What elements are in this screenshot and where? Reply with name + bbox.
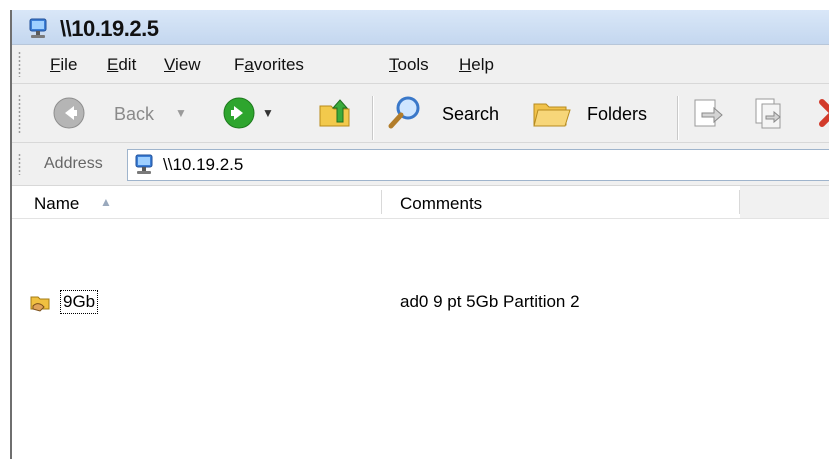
title-bar[interactable]: \\10.19.2.5 [12, 10, 829, 45]
explorer-window: \\10.19.2.5 File Edit View Favorites Too… [10, 10, 829, 459]
address-label: Address [44, 155, 103, 172]
search-label: Search [442, 104, 500, 124]
forward-arrow-icon [223, 97, 255, 129]
toolbar-grip[interactable] [18, 94, 21, 134]
back-dropdown-icon[interactable]: ▼ [175, 106, 187, 120]
back-label: Back [114, 104, 155, 124]
file-list[interactable]: 9Gb ad0 9 pt 5Gb Partition 2 [12, 219, 829, 459]
up-button[interactable] [317, 94, 357, 134]
column-header-name-label: Name [34, 194, 80, 213]
column-headers: Name ▲ Comments [12, 186, 829, 219]
item-comment: ad0 9 pt 5Gb Partition 2 [400, 292, 580, 311]
move-to-icon [694, 99, 723, 127]
address-grip[interactable] [18, 153, 21, 175]
copy-to-icon [755, 98, 781, 129]
folders-icon [533, 103, 571, 127]
forward-dropdown-icon[interactable]: ▼ [262, 106, 274, 120]
menu-view[interactable]: View [164, 55, 201, 75]
address-bar: Address \\10.19.2.5 [12, 143, 829, 186]
back-button[interactable]: Back ▼ [50, 94, 190, 134]
network-computer-icon [135, 154, 153, 174]
address-value: \\10.19.2.5 [163, 155, 244, 174]
delete-icon [819, 99, 829, 127]
column-header-name[interactable]: Name ▲ [12, 186, 380, 218]
address-input[interactable]: \\10.19.2.5 [127, 149, 829, 181]
forward-button[interactable]: ▼ [222, 94, 274, 134]
standard-toolbar: Back ▼ ▼ Search Folders [12, 84, 829, 143]
delete-button[interactable] [818, 98, 829, 130]
menu-file[interactable]: File [50, 55, 77, 75]
name-column-area [12, 219, 382, 459]
menu-grip[interactable] [18, 51, 21, 77]
column-header-empty [740, 186, 829, 218]
item-name: 9Gb [60, 290, 99, 314]
column-header-comments[interactable]: Comments [382, 186, 738, 218]
search-button[interactable]: Search [387, 94, 522, 134]
menu-favorites[interactable]: Favorites [234, 55, 304, 75]
copy-to-button[interactable] [752, 96, 788, 132]
column-header-comments-label: Comments [400, 194, 483, 213]
menu-edit[interactable]: Edit [107, 55, 136, 75]
network-computer-icon [29, 18, 47, 38]
window-title: \\10.19.2.5 [60, 16, 159, 41]
up-folder-icon [319, 99, 350, 127]
move-to-button[interactable] [690, 96, 726, 132]
search-icon [388, 96, 420, 129]
folders-button[interactable]: Folders [532, 94, 667, 134]
back-arrow-icon [53, 97, 85, 129]
menu-help[interactable]: Help [459, 55, 494, 75]
sort-ascending-icon: ▲ [100, 195, 112, 209]
toolbar-separator [677, 96, 679, 140]
comments-column-area [382, 219, 829, 459]
folders-label: Folders [587, 104, 648, 124]
shared-folder-icon [30, 296, 50, 312]
menu-bar: File Edit View Favorites Tools Help [12, 45, 829, 84]
menu-tools[interactable]: Tools [389, 55, 429, 75]
toolbar-separator [372, 96, 374, 140]
